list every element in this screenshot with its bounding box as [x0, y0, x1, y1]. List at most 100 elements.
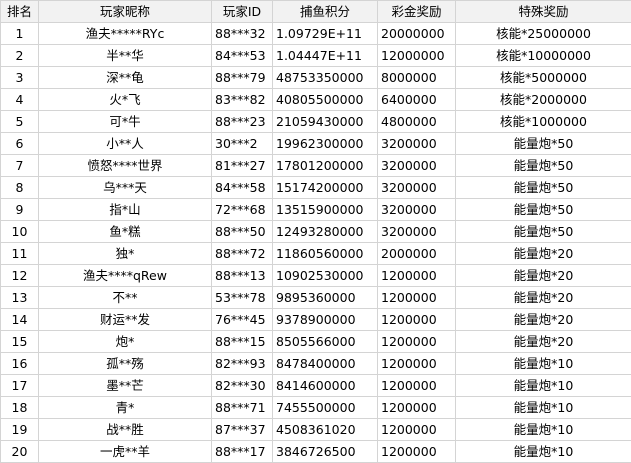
table-row: 1渔夫*****RYc88***321.09729E+1120000000核能*… [1, 23, 631, 45]
special-reward-cell: 能量炮*10 [456, 441, 631, 463]
prize-cell: 3200000 [378, 155, 456, 177]
special-reward-cell: 能量炮*20 [456, 309, 631, 331]
score-cell: 8478400000 [273, 353, 378, 375]
prize-cell: 1200000 [378, 309, 456, 331]
rank-cell: 6 [1, 133, 39, 155]
score-cell: 17801200000 [273, 155, 378, 177]
score-cell: 1.04447E+11 [273, 45, 378, 67]
special-reward-cell: 能量炮*10 [456, 397, 631, 419]
rank-cell: 5 [1, 111, 39, 133]
nickname-cell: 墨**芒 [39, 375, 212, 397]
rank-cell: 13 [1, 287, 39, 309]
player-id-cell: 82***30 [212, 375, 273, 397]
score-cell: 21059430000 [273, 111, 378, 133]
special-reward-cell: 核能*10000000 [456, 45, 631, 67]
table-row: 8乌***天84***58151742000003200000能量炮*50 [1, 177, 631, 199]
nickname-cell: 不** [39, 287, 212, 309]
ranking-table: 排名 玩家昵称 玩家ID 捕鱼积分 彩金奖励 特殊奖励 1渔夫*****RYc8… [0, 0, 631, 463]
table-row: 7愤怒****世界81***27178012000003200000能量炮*50 [1, 155, 631, 177]
prize-cell: 1200000 [378, 441, 456, 463]
table-row: 16孤**殇82***9384784000001200000能量炮*10 [1, 353, 631, 375]
rank-cell: 15 [1, 331, 39, 353]
nickname-cell: 小**人 [39, 133, 212, 155]
player-id-cell: 87***37 [212, 419, 273, 441]
prize-cell: 1200000 [378, 287, 456, 309]
special-reward-cell: 能量炮*50 [456, 199, 631, 221]
table-row: 5可*牛88***23210594300004800000核能*1000000 [1, 111, 631, 133]
header-prize: 彩金奖励 [378, 1, 456, 23]
rank-cell: 1 [1, 23, 39, 45]
table-row: 3深**龟88***79487533500008000000核能*5000000 [1, 67, 631, 89]
score-cell: 10902530000 [273, 265, 378, 287]
score-cell: 12493280000 [273, 221, 378, 243]
player-id-cell: 88***71 [212, 397, 273, 419]
rank-cell: 18 [1, 397, 39, 419]
nickname-cell: 指*山 [39, 199, 212, 221]
special-reward-cell: 核能*2000000 [456, 89, 631, 111]
score-cell: 48753350000 [273, 67, 378, 89]
table-header: 排名 玩家昵称 玩家ID 捕鱼积分 彩金奖励 特殊奖励 [1, 1, 631, 23]
nickname-cell: 深**龟 [39, 67, 212, 89]
table-row: 4火*飞83***82408055000006400000核能*2000000 [1, 89, 631, 111]
prize-cell: 1200000 [378, 265, 456, 287]
header-rank: 排名 [1, 1, 39, 23]
prize-cell: 8000000 [378, 67, 456, 89]
special-reward-cell: 核能*1000000 [456, 111, 631, 133]
special-reward-cell: 能量炮*20 [456, 331, 631, 353]
prize-cell: 1200000 [378, 397, 456, 419]
special-reward-cell: 能量炮*10 [456, 353, 631, 375]
prize-cell: 20000000 [378, 23, 456, 45]
table-row: 20一虎**羊88***1738467265001200000能量炮*10 [1, 441, 631, 463]
rank-cell: 8 [1, 177, 39, 199]
special-reward-cell: 核能*5000000 [456, 67, 631, 89]
player-id-cell: 88***72 [212, 243, 273, 265]
special-reward-cell: 能量炮*20 [456, 243, 631, 265]
player-id-cell: 82***93 [212, 353, 273, 375]
nickname-cell: 半**华 [39, 45, 212, 67]
score-cell: 15174200000 [273, 177, 378, 199]
rank-cell: 19 [1, 419, 39, 441]
special-reward-cell: 能量炮*20 [456, 287, 631, 309]
score-cell: 9895360000 [273, 287, 378, 309]
prize-cell: 1200000 [378, 331, 456, 353]
prize-cell: 6400000 [378, 89, 456, 111]
nickname-cell: 火*飞 [39, 89, 212, 111]
rank-cell: 2 [1, 45, 39, 67]
player-id-cell: 76***45 [212, 309, 273, 331]
table-row: 11独*88***72118605600002000000能量炮*20 [1, 243, 631, 265]
rank-cell: 14 [1, 309, 39, 331]
header-row: 排名 玩家昵称 玩家ID 捕鱼积分 彩金奖励 特殊奖励 [1, 1, 631, 23]
rank-cell: 10 [1, 221, 39, 243]
rank-cell: 16 [1, 353, 39, 375]
header-nickname: 玩家昵称 [39, 1, 212, 23]
table-body: 1渔夫*****RYc88***321.09729E+1120000000核能*… [1, 23, 631, 463]
nickname-cell: 愤怒****世界 [39, 155, 212, 177]
nickname-cell: 青* [39, 397, 212, 419]
nickname-cell: 独* [39, 243, 212, 265]
rank-cell: 17 [1, 375, 39, 397]
table-row: 14财运**发76***4593789000001200000能量炮*20 [1, 309, 631, 331]
nickname-cell: 孤**殇 [39, 353, 212, 375]
rank-cell: 11 [1, 243, 39, 265]
special-reward-cell: 能量炮*50 [456, 155, 631, 177]
nickname-cell: 财运**发 [39, 309, 212, 331]
nickname-cell: 渔夫*****RYc [39, 23, 212, 45]
nickname-cell: 乌***天 [39, 177, 212, 199]
player-id-cell: 88***79 [212, 67, 273, 89]
score-cell: 3846726500 [273, 441, 378, 463]
nickname-cell: 炮* [39, 331, 212, 353]
rank-cell: 12 [1, 265, 39, 287]
prize-cell: 3200000 [378, 199, 456, 221]
player-id-cell: 72***68 [212, 199, 273, 221]
nickname-cell: 可*牛 [39, 111, 212, 133]
prize-cell: 3200000 [378, 177, 456, 199]
nickname-cell: 战**胜 [39, 419, 212, 441]
player-id-cell: 88***17 [212, 441, 273, 463]
nickname-cell: 渔夫****qRew [39, 265, 212, 287]
score-cell: 11860560000 [273, 243, 378, 265]
prize-cell: 12000000 [378, 45, 456, 67]
table-row: 9指*山72***68135159000003200000能量炮*50 [1, 199, 631, 221]
special-reward-cell: 能量炮*20 [456, 265, 631, 287]
player-id-cell: 30***2 [212, 133, 273, 155]
table-row: 6小**人30***2199623000003200000能量炮*50 [1, 133, 631, 155]
